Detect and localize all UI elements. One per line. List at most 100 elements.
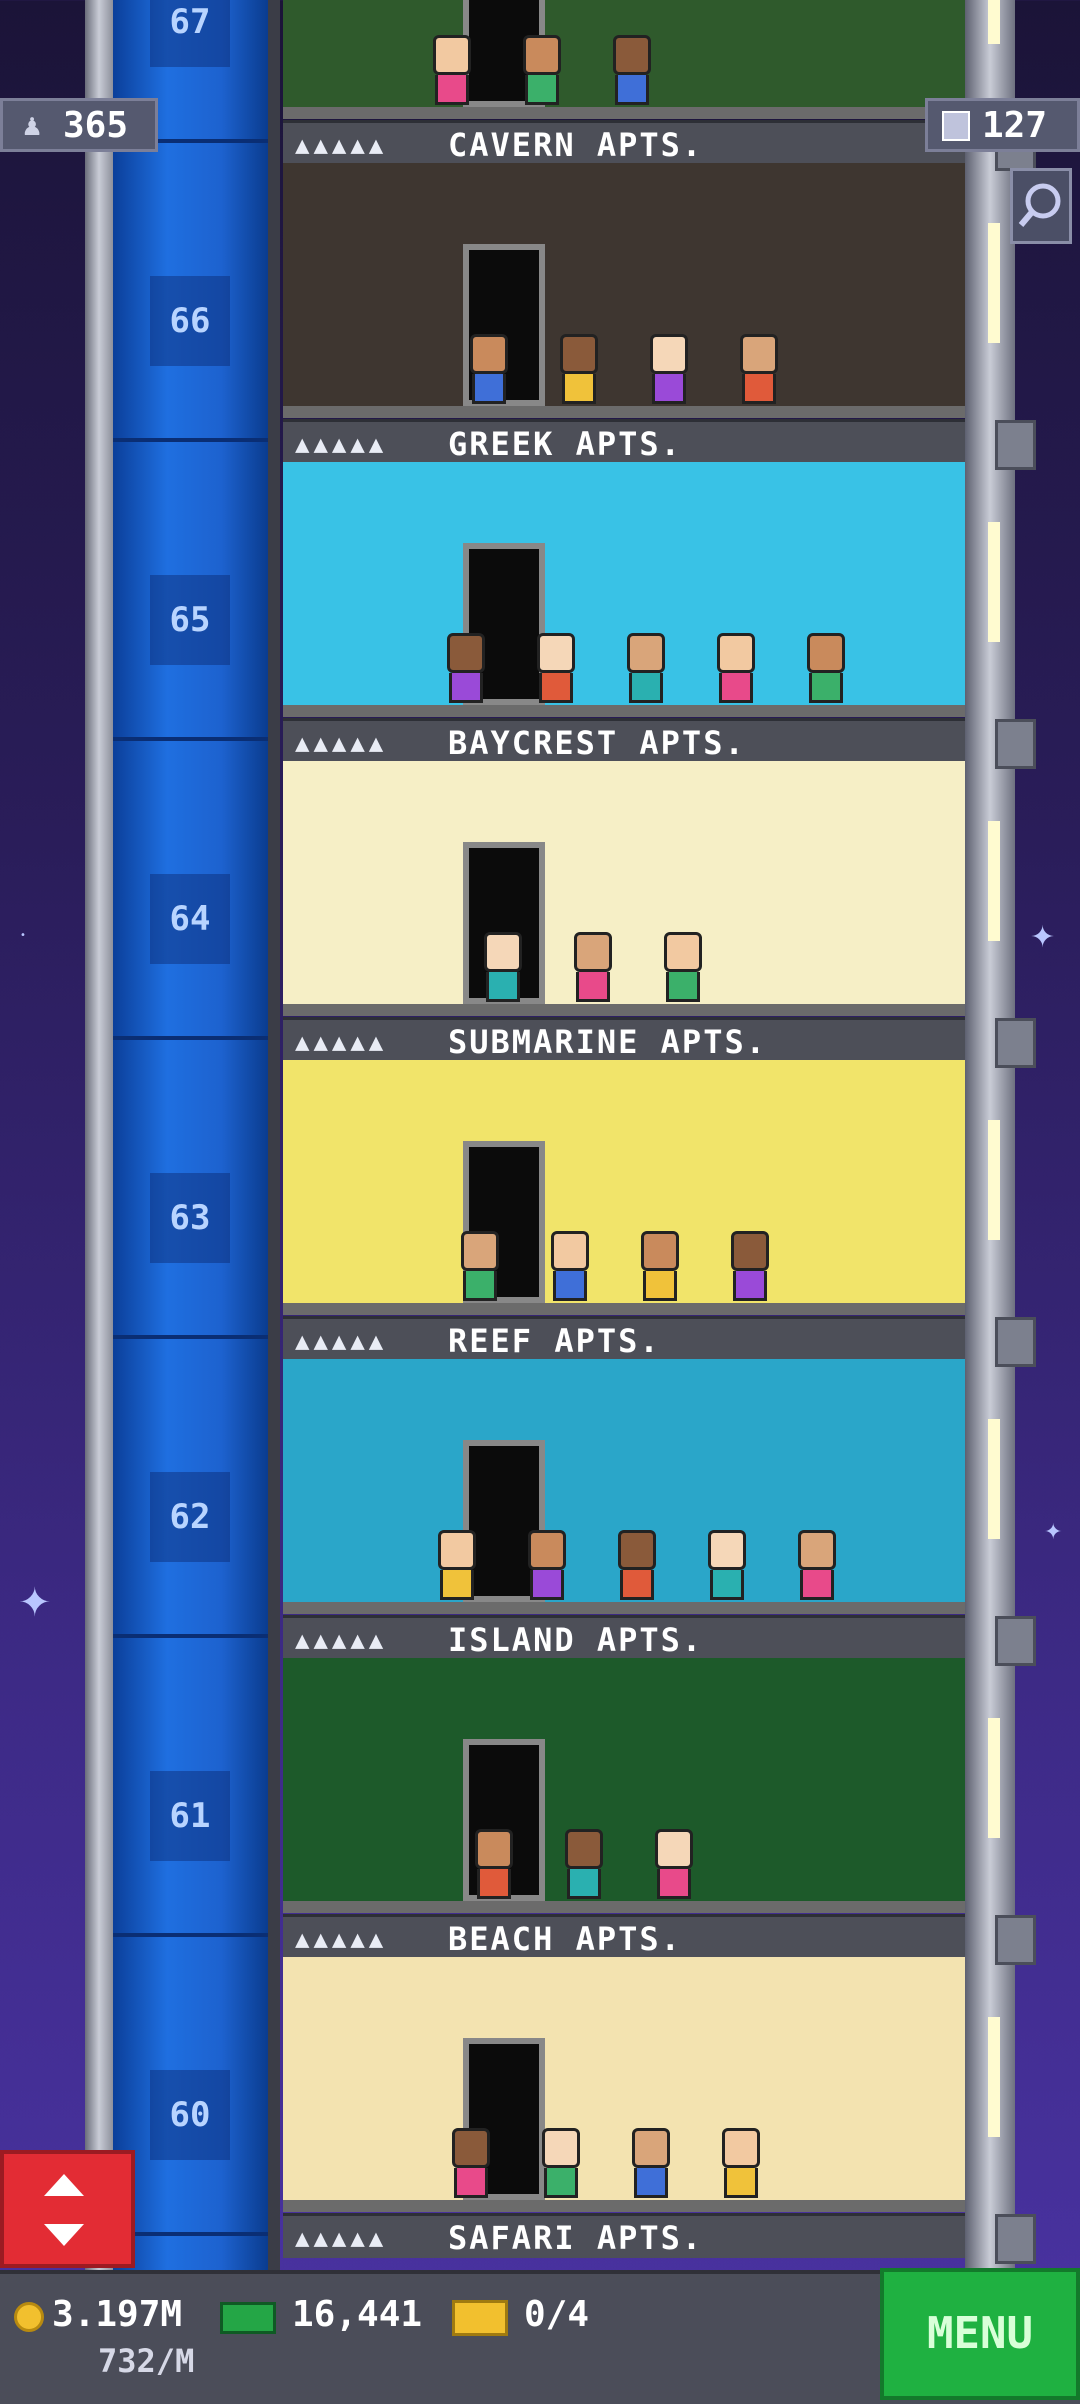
shaft-floor-separator (113, 1335, 268, 1339)
tower-window-light (988, 1419, 1000, 1539)
coins-rate: 732/M (98, 2342, 195, 2380)
resident-sprite[interactable] (470, 334, 508, 404)
menu-button[interactable]: MENU (880, 2268, 1080, 2400)
resident-sprite[interactable] (731, 1231, 769, 1301)
coins-value: 3.197M (52, 2294, 183, 2335)
room-floor-strip (283, 2200, 965, 2212)
banknote-icon (220, 2302, 276, 2334)
resident-sprite[interactable] (627, 633, 665, 703)
resident-sprite[interactable] (560, 334, 598, 404)
resident-sprite[interactable] (461, 1231, 499, 1301)
floor-number: 61 (150, 1770, 230, 1861)
resident-sprite[interactable] (798, 1530, 836, 1600)
floor-number: 66 (150, 275, 230, 366)
room-floor-strip (283, 1602, 965, 1614)
resident-sprite[interactable] (542, 2128, 580, 2198)
floor-count: 127 (982, 105, 1048, 146)
resident-sprite[interactable] (452, 2128, 490, 2198)
resident-sprite[interactable] (613, 35, 651, 105)
coin-icon (14, 2302, 44, 2332)
tower-window-light (988, 1718, 1000, 1838)
resident-sprite[interactable] (447, 633, 485, 703)
floor-room-submarine[interactable] (283, 1060, 965, 1315)
room-floor-strip (283, 705, 965, 717)
person-icon: ♟ (23, 108, 42, 143)
floor-label-bar[interactable]: ▲▲▲▲▲ REEF APTS. (283, 1316, 965, 1361)
tower-bracket (995, 1018, 1036, 1068)
resident-sprite[interactable] (528, 1530, 566, 1600)
shaft-divider (268, 0, 280, 2270)
floor-name-label: REEF APTS. (448, 1322, 661, 1360)
resident-slots-icon: ▲▲▲▲▲ (295, 1925, 388, 1953)
resident-sprite[interactable] (433, 35, 471, 105)
resident-sprite[interactable] (632, 2128, 670, 2198)
resident-sprite[interactable] (438, 1530, 476, 1600)
floor-label-bar[interactable]: ▲▲▲▲▲ GREEK APTS. (283, 419, 965, 464)
resident-sprite[interactable] (717, 633, 755, 703)
tickets-value: 0/4 (524, 2294, 590, 2335)
resident-sprite[interactable] (537, 633, 575, 703)
shaft-floor-separator (113, 1933, 268, 1937)
magnifier-icon (1018, 183, 1061, 227)
tower-bracket (995, 1317, 1036, 1367)
floor-room-beach[interactable] (283, 1957, 965, 2212)
floor-room-island[interactable] (283, 1658, 965, 1913)
floor-room-baycrest[interactable] (283, 761, 965, 1016)
floor-label-bar[interactable]: ▲▲▲▲▲ SAFARI APTS. (283, 2213, 965, 2258)
floor-label-bar[interactable]: ▲▲▲▲▲ SUBMARINE APTS. (283, 1017, 965, 1062)
resident-sprite[interactable] (475, 1829, 513, 1899)
ticket-icon (452, 2300, 508, 2336)
floors-badge[interactable]: 127 (925, 98, 1080, 152)
elevator-button[interactable] (0, 2150, 135, 2268)
shaft-floor-separator (113, 737, 268, 741)
resident-sprite[interactable] (618, 1530, 656, 1600)
resident-sprite[interactable] (740, 334, 778, 404)
floor-label-bar[interactable]: ▲▲▲▲▲ ISLAND APTS. (283, 1615, 965, 1660)
shaft-floor-separator (113, 2232, 268, 2236)
floor-number: 62 (150, 1471, 230, 1562)
tower-bracket (995, 420, 1036, 470)
resident-slots-icon: ▲▲▲▲▲ (295, 729, 388, 757)
resident-sprite[interactable] (722, 2128, 760, 2198)
floor-room-forest[interactable] (283, 0, 965, 119)
floor-label-bar[interactable]: ▲▲▲▲▲ BAYCREST APTS. (283, 718, 965, 763)
floor-number: 63 (150, 1172, 230, 1263)
resident-sprite[interactable] (641, 1231, 679, 1301)
resident-slots-icon: ▲▲▲▲▲ (295, 1626, 388, 1654)
resident-sprite[interactable] (708, 1530, 746, 1600)
resident-slots-icon: ▲▲▲▲▲ (295, 1327, 388, 1355)
star-icon: ✦ (1044, 1520, 1063, 1545)
resident-sprite[interactable] (650, 334, 688, 404)
floor-label-bar[interactable]: ▲▲▲▲▲ BEACH APTS. (283, 1914, 965, 1959)
resident-sprite[interactable] (565, 1829, 603, 1899)
resident-sprite[interactable] (574, 932, 612, 1002)
floor-room-reef[interactable] (283, 1359, 965, 1614)
floor-name-label: BAYCREST APTS. (448, 724, 746, 762)
resident-sprite[interactable] (484, 932, 522, 1002)
floor-room-cavern[interactable] (283, 163, 965, 418)
floor-room-greek[interactable] (283, 462, 965, 717)
resident-sprite[interactable] (523, 35, 561, 105)
up-down-arrows-icon (44, 2174, 84, 2246)
shaft-floor-separator (113, 1036, 268, 1040)
tower-bracket (995, 1616, 1036, 1666)
floor-label-bar[interactable]: ▲▲▲▲▲ CAVERN APTS. (283, 120, 965, 165)
room-floor-strip (283, 1303, 965, 1315)
floor-name-label: GREEK APTS. (448, 425, 682, 463)
search-button[interactable] (1010, 168, 1072, 244)
floor-number: 67 (150, 0, 230, 67)
floor-number: 64 (150, 873, 230, 964)
resident-sprite[interactable] (664, 932, 702, 1002)
shaft-floor-separator (113, 1634, 268, 1638)
tower-bracket (995, 1915, 1036, 1965)
floor-name-label: CAVERN APTS. (448, 126, 704, 164)
resident-sprite[interactable] (551, 1231, 589, 1301)
room-floor-strip (283, 406, 965, 418)
star-icon: ✦ (18, 1580, 52, 1626)
population-badge[interactable]: ♟ 365 (0, 98, 158, 152)
resident-sprite[interactable] (807, 633, 845, 703)
building-icon (942, 111, 970, 141)
resident-sprite[interactable] (655, 1829, 693, 1899)
star-icon: ✦ (1030, 920, 1056, 955)
floor-number: 65 (150, 574, 230, 665)
